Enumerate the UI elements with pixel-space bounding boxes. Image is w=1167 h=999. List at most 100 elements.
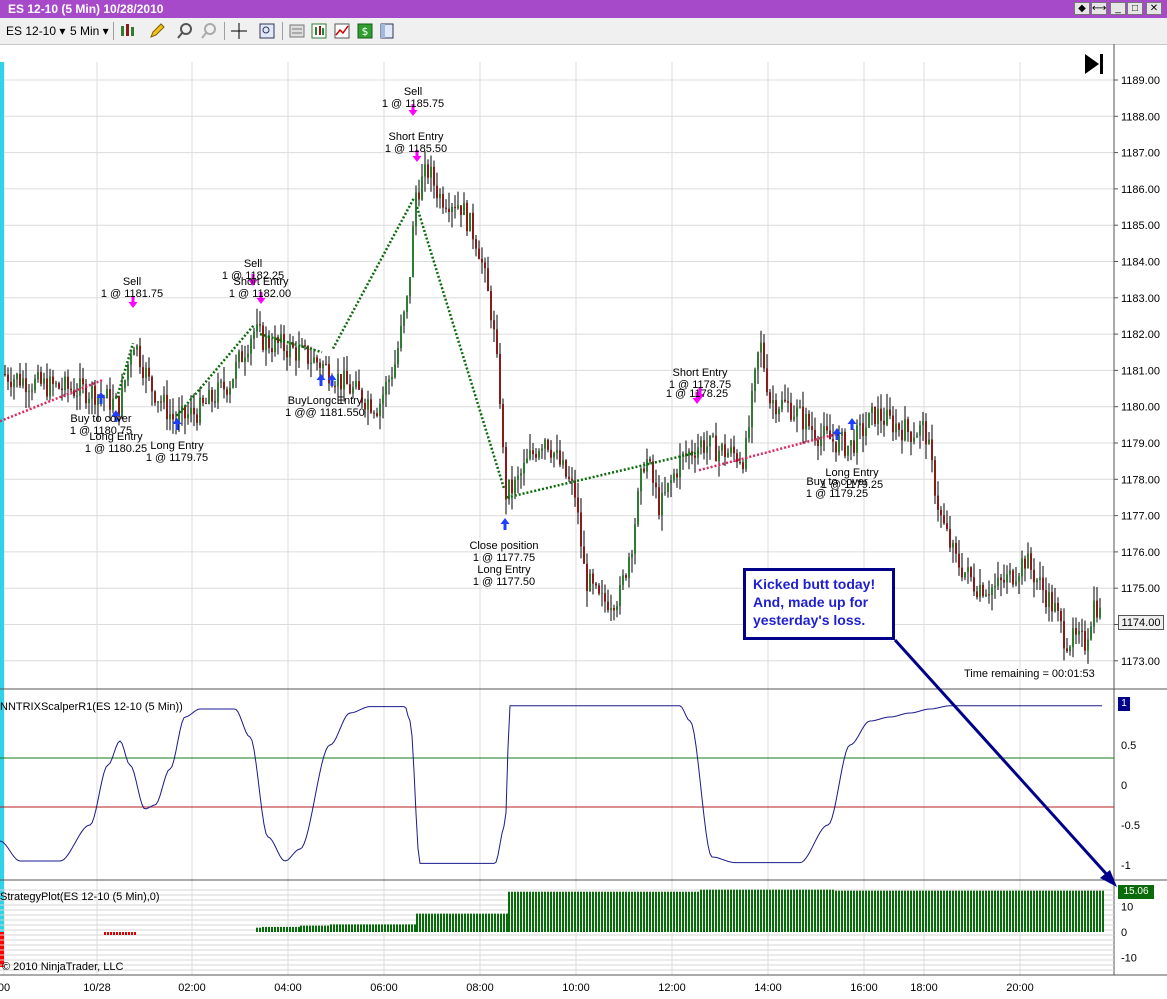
pin-button[interactable]: ◆ — [1074, 2, 1090, 15]
candle-body — [430, 166, 432, 178]
strategy-bar — [339, 924, 341, 932]
maximize-button[interactable]: □ — [1127, 2, 1143, 15]
strategy-bar — [553, 891, 555, 932]
indicators-icon[interactable] — [310, 22, 328, 40]
candle-body — [886, 409, 888, 425]
strategy-bar — [985, 890, 987, 932]
candle-body — [598, 585, 600, 594]
buy-arrow-icon — [316, 374, 326, 386]
candle-body — [610, 608, 612, 611]
strategy-bar — [268, 926, 270, 932]
left-scroll-edge[interactable] — [0, 62, 4, 967]
price-chart[interactable]: 1189.00 1188.00 1187.00 1186.00 1185.00 1184.… — [0, 44, 1167, 999]
strategy-bar — [500, 913, 502, 932]
strategy-bar — [298, 926, 300, 932]
candle-body — [22, 378, 24, 386]
candle-body — [49, 376, 51, 397]
strategy-bar — [1033, 890, 1035, 932]
strategy-bar — [661, 891, 663, 932]
strategy-bar — [422, 913, 424, 932]
candle-body — [547, 439, 549, 450]
strategy-bar — [330, 924, 332, 932]
price-tick-label: 1178.00 — [1121, 474, 1160, 486]
time-tick-label: 08:00 — [466, 982, 494, 994]
strategy-bar — [514, 891, 516, 932]
strategy-bar — [757, 889, 759, 932]
candle-body — [589, 573, 591, 591]
candle-body — [517, 475, 519, 480]
minimize-button[interactable]: _ — [1110, 2, 1126, 15]
zoom-in-icon[interactable] — [176, 22, 194, 40]
candle-body — [529, 450, 531, 459]
zoom-out-icon[interactable] — [200, 22, 218, 40]
money-icon[interactable]: $ — [356, 22, 374, 40]
interval-dropdown[interactable]: 5 Min ▾ — [70, 24, 109, 38]
strategy-bar — [643, 891, 645, 932]
candle-body — [667, 482, 669, 493]
strategy-bar — [955, 890, 957, 932]
strategy-bar — [892, 890, 894, 932]
candle-body — [493, 320, 495, 330]
candle-body — [496, 329, 498, 354]
strategy-bar — [991, 890, 993, 932]
candle-body — [157, 401, 159, 403]
candle-body — [61, 388, 63, 391]
candle-body — [916, 435, 918, 438]
candle-body — [904, 419, 906, 441]
strategy-bar — [898, 890, 900, 932]
strategy-bar — [1048, 890, 1050, 932]
strategy-bar — [748, 889, 750, 932]
scroll-to-end-icon[interactable] — [1085, 54, 1103, 74]
time-tick-label: 10/28 — [83, 982, 111, 994]
strategy-bar — [485, 913, 487, 932]
candle-body — [913, 437, 915, 442]
annotation-short-entry: Short Entry — [233, 276, 289, 288]
candle-body — [907, 419, 909, 432]
strategy-bar — [1039, 890, 1041, 932]
candle-body — [700, 440, 702, 448]
strategy-bar — [766, 889, 768, 932]
window-title: ES 12-10 (5 Min) 10/28/2010 — [8, 2, 164, 16]
candle-body — [934, 460, 936, 496]
oscillator-tick-label: 0 — [1121, 780, 1127, 792]
time-tick-label: 14:00 — [754, 982, 782, 994]
candle-body — [865, 427, 867, 436]
callout-note[interactable]: Kicked butt today! And, made up for yest… — [743, 568, 895, 640]
candle-body — [763, 342, 765, 369]
strategy-bar — [673, 891, 675, 932]
strategy-bar — [799, 889, 801, 932]
candle-body — [982, 584, 984, 596]
crosshair-icon[interactable] — [230, 22, 248, 40]
bar-style-icon[interactable] — [118, 22, 136, 40]
candle-body — [721, 444, 723, 451]
strategy-bar — [1009, 890, 1011, 932]
link-button[interactable]: ⟷ — [1091, 2, 1107, 15]
strategy-bar — [440, 913, 442, 932]
candle-body — [19, 373, 21, 386]
candle-body — [538, 450, 540, 458]
data-box-icon[interactable] — [258, 22, 276, 40]
instrument-dropdown[interactable]: ES 12-10 ▾ — [6, 24, 65, 38]
candle-body — [451, 206, 453, 213]
strategy-bar — [318, 925, 320, 932]
strategy-bar — [295, 926, 297, 932]
strategy-bar — [529, 891, 531, 932]
candle-body — [1039, 577, 1041, 580]
properties-icon[interactable] — [288, 22, 306, 40]
strategy-bar — [811, 889, 813, 932]
strategy-bar — [378, 924, 380, 932]
strategy-bar — [473, 913, 475, 932]
candle-body — [76, 395, 78, 397]
chart-trader-icon[interactable] — [378, 22, 396, 40]
strategies-icon[interactable] — [333, 22, 351, 40]
candle-body — [706, 446, 708, 453]
strategy-bar — [865, 890, 867, 932]
candle-body — [262, 325, 264, 351]
candle-body — [445, 207, 447, 209]
pencil-icon[interactable] — [148, 22, 166, 40]
strategy-bar — [262, 926, 264, 932]
strategy-bar — [805, 889, 807, 932]
candle-body — [544, 439, 546, 449]
close-button[interactable]: ✕ — [1146, 2, 1162, 15]
candle-body — [448, 208, 450, 213]
